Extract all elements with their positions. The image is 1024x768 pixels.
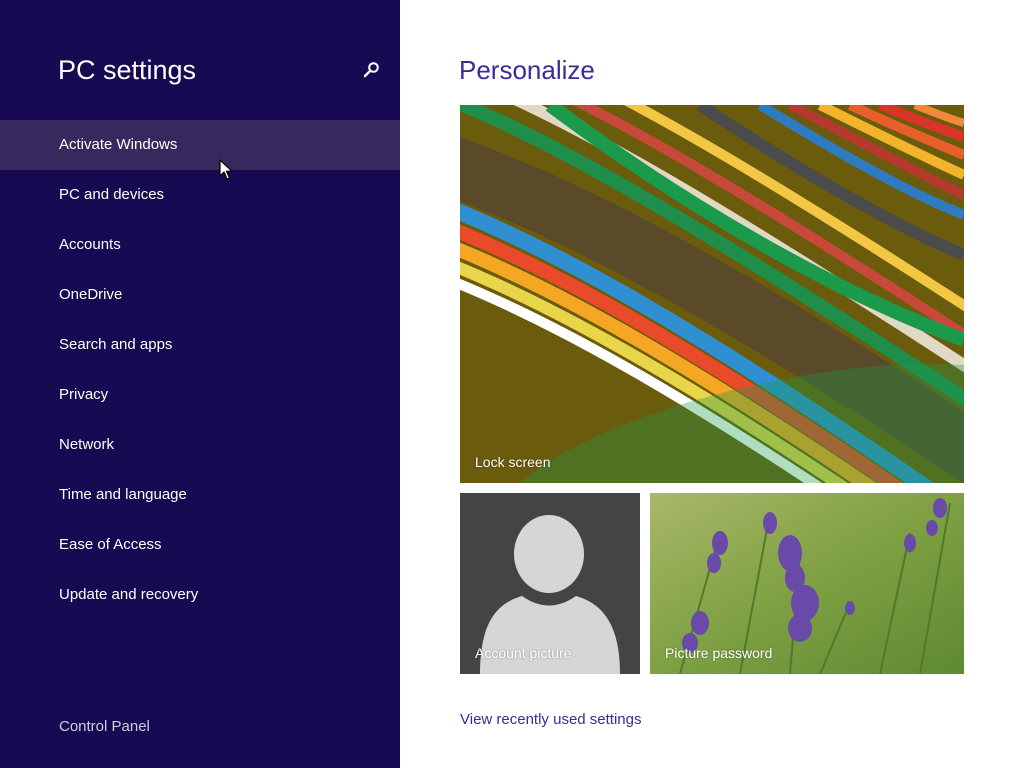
search-icon (363, 62, 379, 78)
sidebar-item-update-and-recovery[interactable]: Update and recovery (0, 570, 400, 620)
sidebar-nav: Activate Windows PC and devices Accounts… (0, 120, 400, 620)
page-title: Personalize (459, 55, 595, 85)
view-recent-settings-link[interactable]: View recently used settings (460, 709, 642, 731)
sidebar-item-network[interactable]: Network (0, 420, 400, 470)
picture-password-tile[interactable]: Picture password (650, 493, 964, 674)
lock-screen-tile[interactable]: Lock screen (460, 105, 964, 483)
sidebar-item-time-and-language[interactable]: Time and language (0, 470, 400, 520)
lock-screen-label: Lock screen (475, 454, 551, 470)
sidebar-item-onedrive[interactable]: OneDrive (0, 270, 400, 320)
account-picture-tile[interactable]: Account picture (460, 493, 640, 674)
sidebar-item-accounts[interactable]: Accounts (0, 220, 400, 270)
lock-screen-image (460, 105, 964, 483)
sidebar-title: PC settings (58, 55, 197, 85)
sidebar-item-search-and-apps[interactable]: Search and apps (0, 320, 400, 370)
sidebar-item-pc-and-devices[interactable]: PC and devices (0, 170, 400, 220)
sidebar-item-activate-windows[interactable]: Activate Windows (0, 120, 400, 170)
sidebar-item-privacy[interactable]: Privacy (0, 370, 400, 420)
sidebar: PC settings Activate Windows PC and devi… (0, 0, 400, 768)
account-picture-label: Account picture (475, 645, 572, 661)
picture-password-label: Picture password (665, 645, 773, 661)
control-panel-link[interactable]: Control Panel (59, 716, 150, 738)
sidebar-item-ease-of-access[interactable]: Ease of Access (0, 520, 400, 570)
search-button[interactable] (360, 58, 384, 82)
